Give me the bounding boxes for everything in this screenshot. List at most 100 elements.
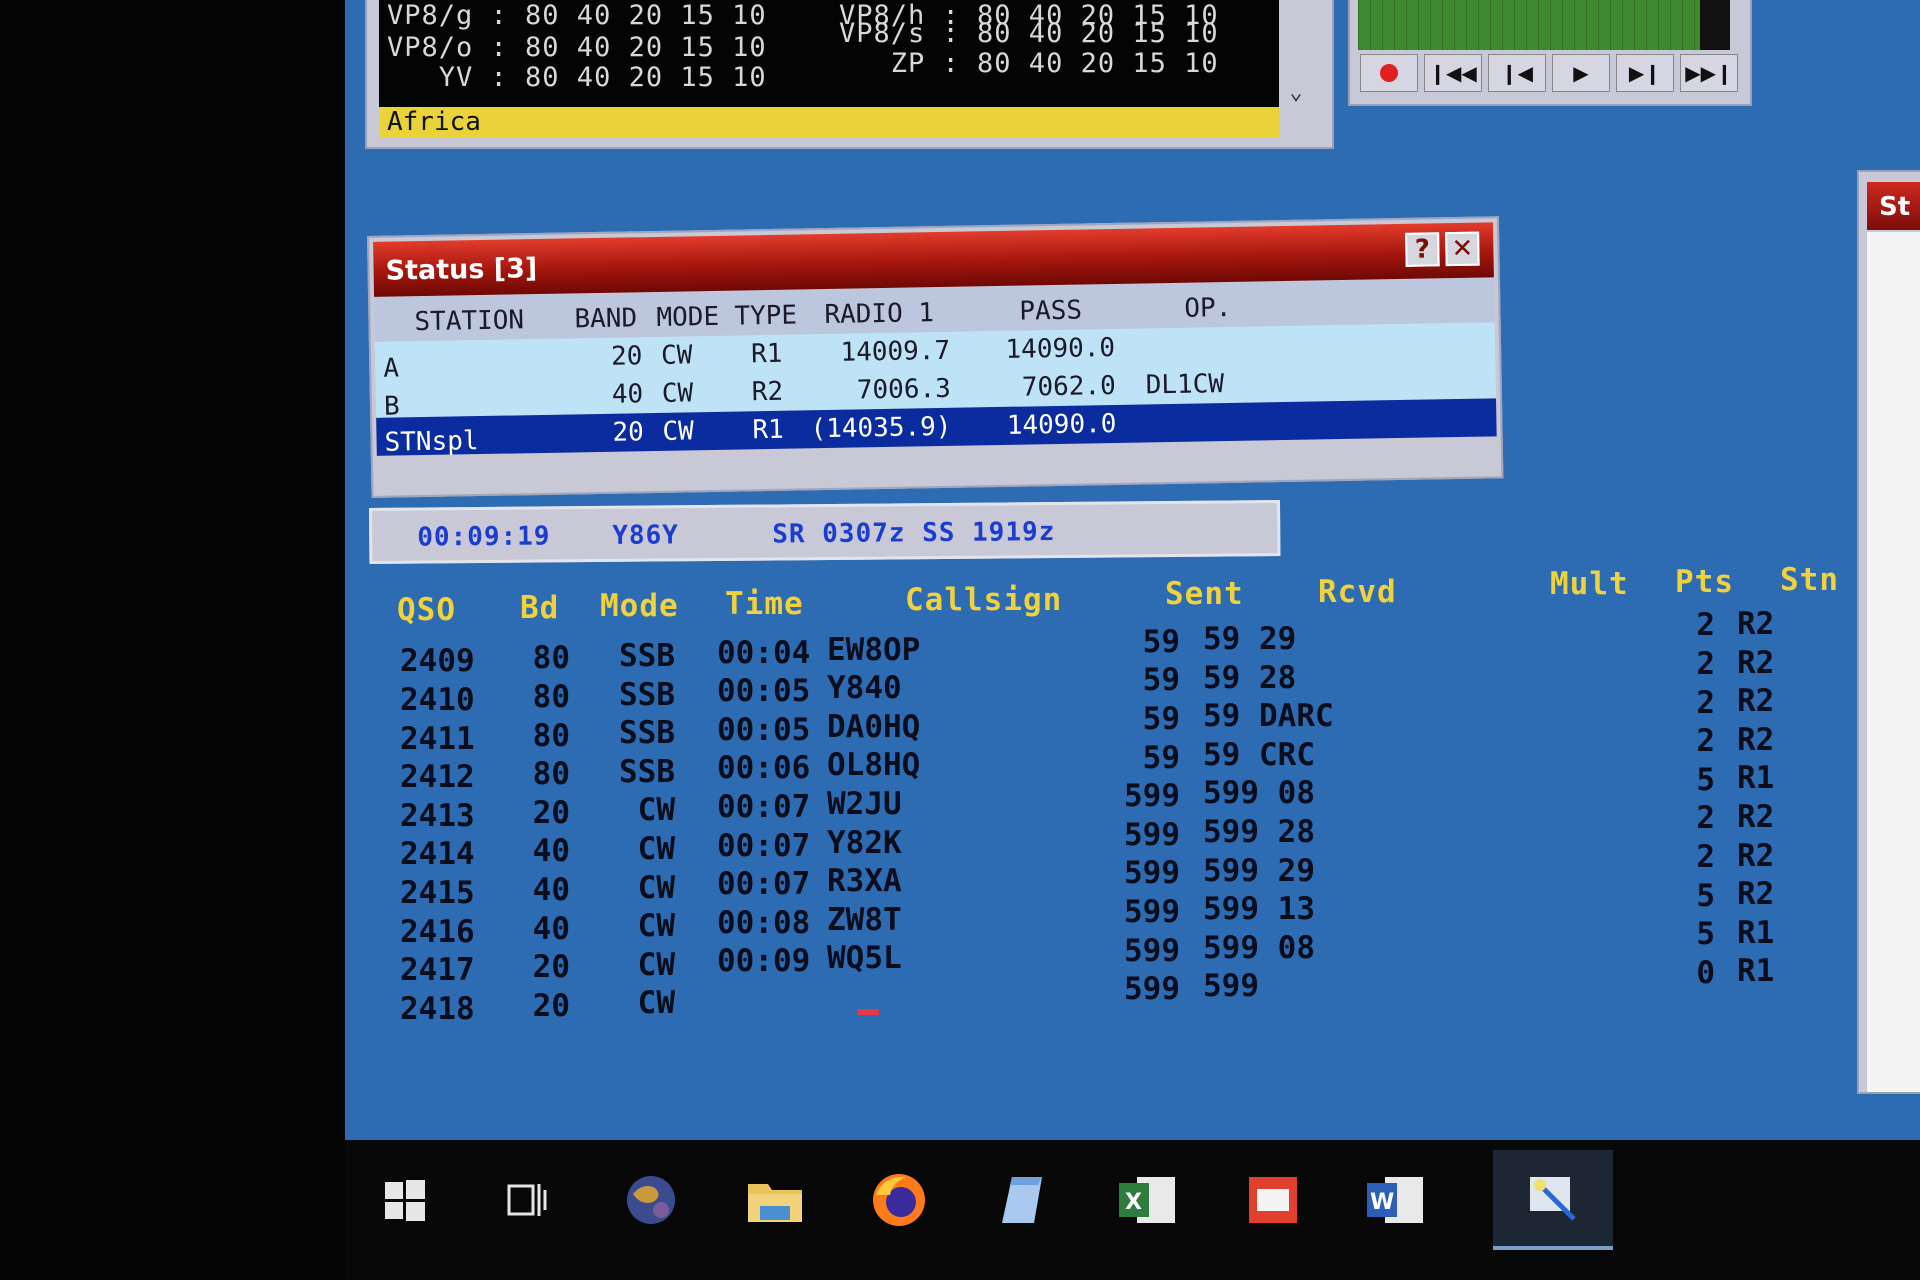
mode-cell: CW: [660, 340, 693, 371]
elapsed-time: 00:09:19: [417, 521, 551, 553]
skip-back-button[interactable]: ❙◀◀: [1424, 54, 1482, 92]
time-cell: 00:07: [717, 788, 811, 825]
mode-cell: CW: [661, 378, 694, 409]
pass-cell: 14090.0: [1006, 408, 1117, 441]
qso-cell: 2410: [400, 682, 475, 719]
log-col-mode: Mode: [600, 588, 679, 624]
start-button[interactable]: [345, 1150, 465, 1250]
info-bar: 00:09:19 Y86Y SR 0307z SS 1919z: [369, 500, 1281, 564]
taskbar-firefox[interactable]: [839, 1150, 959, 1250]
sent-cell: 599: [1124, 778, 1180, 815]
taskbar-file-explorer[interactable]: [715, 1150, 835, 1250]
col-band: BAND: [574, 303, 638, 335]
qso-cell: 2412: [400, 759, 475, 796]
type-cell: R2: [751, 376, 784, 408]
col-pass: PASS: [1019, 295, 1083, 327]
radio-cell: 7006.3: [856, 373, 952, 406]
skip-forward-button[interactable]: ▶▶❙: [1680, 54, 1738, 92]
time-cell: 00:05: [717, 711, 811, 748]
status-title: Status [3]: [385, 253, 538, 287]
recorder-controls: ❙◀◀ ❙◀ ▶ ▶❙ ▶▶❙: [1360, 54, 1738, 92]
sent-cell: 599: [1124, 893, 1180, 930]
pts-cell: 2: [1696, 800, 1715, 837]
right-window-title: St: [1867, 182, 1920, 230]
sent-cell: 599: [1124, 855, 1180, 892]
pts-cell: 5: [1696, 877, 1715, 914]
stn-cell: R2: [1737, 721, 1775, 758]
mode-cell: CW: [637, 869, 675, 906]
mode-cell: CW: [637, 792, 675, 829]
mode-cell: SSB: [619, 638, 675, 674]
log-col-pts: Pts: [1675, 564, 1734, 600]
help-icon[interactable]: ?: [1405, 232, 1440, 267]
qso-cell: 2415: [400, 875, 475, 912]
stn-cell: R2: [1737, 876, 1775, 913]
band-cell: 40: [532, 833, 570, 870]
pass-cell: 14090.0: [1005, 332, 1116, 365]
pts-cell: 2: [1696, 839, 1715, 876]
qso-cell: 2413: [400, 797, 475, 834]
log-col-bd: Bd: [520, 590, 560, 626]
band-cell: 40: [532, 871, 570, 908]
step-back-button[interactable]: ❙◀: [1488, 54, 1546, 92]
rcvd-cell: 599 28: [1203, 813, 1315, 850]
mode-cell: CW: [637, 831, 675, 867]
status-window: Status [3] ? ✕ STATION BAND MODE TYPE RA…: [367, 216, 1504, 498]
log-col-rcvd: Rcvd: [1318, 574, 1397, 610]
bandmap-row-right: ZP : 80 40 20 15 10: [839, 48, 1219, 79]
play-icon: ▶: [1573, 61, 1589, 85]
bandmap-row-left: VP8/o : 80 40 20 15 10: [387, 32, 767, 63]
stn-cell: R2: [1737, 644, 1775, 681]
rcvd-cell: 59 CRC: [1203, 736, 1315, 773]
sent-cell: 599: [1124, 971, 1180, 1008]
sent-cell: 59: [1142, 662, 1180, 699]
word-icon: W: [1367, 1177, 1423, 1223]
pdf-icon: [1249, 1177, 1297, 1223]
mode-cell: SSB: [619, 676, 675, 713]
play-button[interactable]: ▶: [1552, 54, 1610, 92]
taskbar-word[interactable]: W: [1335, 1150, 1455, 1250]
taskbar-notepad[interactable]: [963, 1150, 1083, 1250]
station-cell: STNspl: [384, 426, 479, 458]
right-window: St: [1857, 170, 1920, 1094]
pts-cell: 5: [1696, 916, 1715, 953]
stn-cell: R2: [1737, 799, 1775, 836]
stn-cell: R1: [1737, 760, 1775, 797]
excel-icon: X: [1119, 1177, 1175, 1223]
desktop-screen: VP8/g : 80 40 20 15 10 VP8/h : 80 40 20 …: [345, 0, 1920, 1140]
taskbar-app-globe[interactable]: [591, 1150, 711, 1250]
mode-cell: SSB: [619, 715, 675, 752]
rcvd-cell: 59 29: [1203, 620, 1297, 657]
close-icon[interactable]: ✕: [1445, 231, 1480, 267]
pts-cell: 2: [1696, 646, 1715, 683]
taskbar-excel[interactable]: X: [1087, 1150, 1207, 1250]
folder-icon: [748, 1184, 802, 1222]
col-type: TYPE: [734, 300, 798, 332]
log-row[interactable]: 2418 20 CW 599 599 0 R1: [345, 0, 1845, 1026]
rcvd-cell: 59 DARC: [1203, 698, 1334, 735]
chevron-down-icon[interactable]: ⌄: [1278, 80, 1314, 105]
callsign-cell: DA0HQ: [827, 708, 921, 745]
col-mode: MODE: [656, 301, 720, 333]
pass-cell: 7062.0: [1021, 370, 1116, 403]
time-cell: 00:04: [717, 634, 811, 671]
callsign-cell: Y82K: [827, 824, 902, 861]
callsign-cell: EW8OP: [827, 631, 921, 668]
radio-cell: 14009.7: [840, 335, 951, 368]
time-cell: 00:08: [717, 904, 811, 941]
stn-cell: R1: [1737, 914, 1775, 951]
col-station: STATION: [414, 305, 525, 338]
rcvd-cell: 599 08: [1203, 929, 1315, 966]
band-cell: 80: [532, 678, 570, 715]
step-forward-button[interactable]: ▶❙: [1616, 54, 1674, 92]
time-cell: 00:09: [717, 943, 811, 980]
rcvd-cell: 599 08: [1203, 775, 1315, 812]
callsign-cell: ZW8T: [827, 901, 902, 938]
windows-logo-icon: [385, 1180, 425, 1221]
svg-text:X: X: [1125, 1190, 1142, 1215]
qso-cell: 2411: [400, 720, 475, 757]
record-button[interactable]: [1360, 54, 1418, 92]
task-view-button[interactable]: [467, 1150, 587, 1250]
taskbar-logger[interactable]: [1493, 1150, 1613, 1250]
taskbar-acrobat[interactable]: [1211, 1150, 1331, 1250]
